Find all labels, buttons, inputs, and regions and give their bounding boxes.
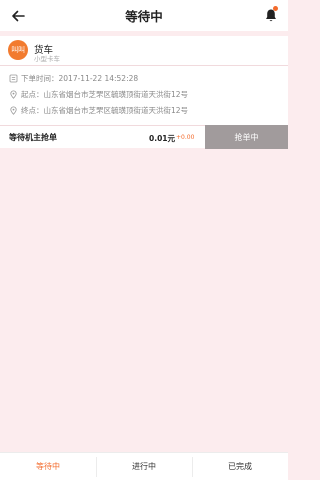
order-time: 下单时间：2017-11-22 14:52:28 [21, 74, 139, 83]
bottom-tab-bar: 等待中 进行中 已完成 [0, 452, 288, 480]
grab-order-button[interactable]: 抢单中 [205, 125, 288, 149]
customer-avatar: 叫叫 [8, 40, 28, 60]
order-time-row: 下单时间：2017-11-22 14:52:28 [9, 73, 138, 84]
card-divider [0, 65, 288, 66]
start-address-row: 起点：山东省烟台市芝罘区毓璜顶街道天洪街12号 [9, 89, 188, 100]
order-price: 0.01元 [149, 134, 176, 143]
tab-completed[interactable]: 已完成 [192, 453, 288, 480]
notification-dot [273, 6, 278, 11]
end-address: 终点：山东省烟台市芝罘区毓璜顶街道天洪街12号 [21, 106, 189, 115]
tab-in-progress[interactable]: 进行中 [96, 453, 192, 480]
back-arrow-icon[interactable] [9, 7, 27, 25]
order-card[interactable]: 叫叫 货车 小型卡车 下单时间：2017-11-22 14:52:28 起点：山… [0, 36, 288, 149]
document-icon [9, 74, 18, 83]
start-address: 起点：山东省烟台市芝罘区毓璜顶街道天洪街12号 [21, 90, 189, 99]
notification-button[interactable] [263, 6, 279, 24]
top-nav-bar: 等待中 [0, 0, 288, 31]
vehicle-subtype: 小型卡车 [34, 55, 60, 63]
page-title: 等待中 [125, 9, 163, 24]
location-pin-icon [10, 106, 17, 115]
order-status-bar: 等待机主抢单 0.01元 +0.00 抢单中 [0, 125, 288, 149]
location-pin-icon [10, 90, 17, 99]
end-address-row: 终点：山东省烟台市芝罘区毓璜顶街道天洪街12号 [9, 105, 188, 116]
tab-waiting[interactable]: 等待中 [0, 453, 96, 480]
order-status-label: 等待机主抢单 [9, 133, 57, 142]
price-difference: +0.00 [176, 134, 195, 141]
